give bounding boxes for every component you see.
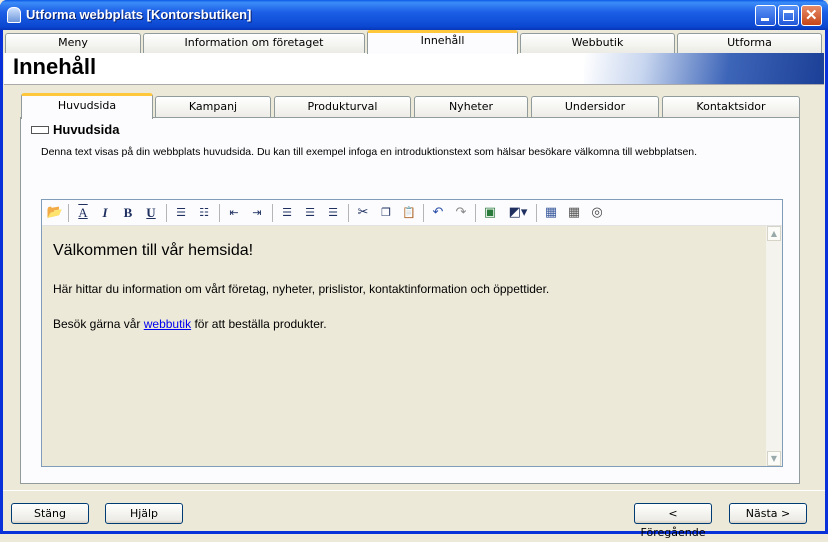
- image-icon[interactable]: ▣: [481, 204, 499, 222]
- toolbar-separator: [475, 204, 476, 222]
- next-button[interactable]: Nästa >: [729, 503, 807, 524]
- toolbar-separator: [68, 204, 69, 222]
- outdent-icon[interactable]: ⇤: [225, 204, 243, 222]
- close-icon: ✕: [805, 7, 818, 24]
- tab-nyheter[interactable]: Nyheter: [414, 96, 528, 118]
- webbutik-link[interactable]: webbutik: [144, 317, 191, 331]
- unordered-list-icon[interactable]: ☷: [195, 204, 213, 222]
- section-description: Denna text visas på din webbplats huvuds…: [41, 146, 698, 158]
- client-area: Meny Information om företaget Innehåll W…: [3, 30, 825, 539]
- help-button[interactable]: Hjälp: [105, 503, 183, 524]
- content-heading: Välkommen till vår hemsida!: [53, 242, 254, 259]
- header-banner-image: [584, 53, 824, 84]
- section-title: Huvudsida: [53, 122, 120, 137]
- content-text: Besök gärna vår: [53, 317, 141, 331]
- editor-toolbar: 📂 A I B U ☰ ☷ ⇤ ⇥ ☰ ☰ ☰ ✂ ❐ 📋 ↶ ↷ ▣ ◩▾ ▦…: [42, 200, 782, 226]
- tab-utforma[interactable]: Utforma: [677, 33, 822, 53]
- redo-icon[interactable]: ↷: [452, 204, 470, 222]
- scroll-up-icon[interactable]: ▲: [767, 226, 781, 241]
- tab-meny[interactable]: Meny: [5, 33, 141, 53]
- content-paragraph: Besök gärna vår webbutik för att beställ…: [53, 317, 327, 331]
- cut-icon[interactable]: ✂: [354, 204, 372, 222]
- scroll-down-icon[interactable]: ▼: [767, 451, 781, 466]
- window-title: Utforma webbplats [Kontorsbutiken]: [26, 7, 252, 22]
- underline-icon[interactable]: U: [142, 204, 160, 222]
- bottom-bar: Stäng Hjälp < Föregående Nästa >: [3, 490, 825, 539]
- paste-icon[interactable]: 📋: [400, 204, 418, 222]
- tab-information[interactable]: Information om företaget: [143, 33, 365, 53]
- app-window: Utforma webbplats [Kontorsbutiken] ✕ Men…: [0, 0, 828, 539]
- tab-innehall[interactable]: Innehåll: [367, 30, 518, 54]
- close-button[interactable]: Stäng: [11, 503, 89, 524]
- rich-text-editor[interactable]: 📂 A I B U ☰ ☷ ⇤ ⇥ ☰ ☰ ☰ ✂ ❐ 📋 ↶ ↷ ▣ ◩▾ ▦…: [41, 199, 783, 467]
- top-tabs: Meny Information om företaget Innehåll W…: [3, 30, 825, 54]
- copy-icon[interactable]: ❐: [377, 204, 395, 222]
- toolbar-separator: [272, 204, 273, 222]
- toolbar-separator: [536, 204, 537, 222]
- previous-button[interactable]: < Föregående: [634, 503, 712, 539]
- align-center-icon[interactable]: ☰: [301, 204, 319, 222]
- tab-kampanj[interactable]: Kampanj: [155, 96, 271, 118]
- minimize-button[interactable]: [755, 5, 776, 26]
- web-icon[interactable]: ◎: [588, 204, 606, 222]
- content-paragraph: Här hittar du information om vårt företa…: [53, 282, 550, 296]
- section-icon: [31, 126, 49, 134]
- table-grid-icon[interactable]: ▦: [565, 204, 583, 222]
- toolbar-separator: [348, 204, 349, 222]
- app-icon: [7, 7, 21, 23]
- tab-produkturval[interactable]: Produkturval: [274, 96, 411, 118]
- tab-kontaktsidor[interactable]: Kontaktsidor: [662, 96, 800, 118]
- page-header: Innehåll: [4, 53, 824, 85]
- table-icon[interactable]: ▦: [542, 204, 560, 222]
- toolbar-separator: [166, 204, 167, 222]
- title-bar: Utforma webbplats [Kontorsbutiken] ✕: [0, 0, 828, 30]
- bold-icon[interactable]: B: [119, 204, 137, 222]
- editor-content[interactable]: Välkommen till vår hemsida! Här hittar d…: [42, 226, 766, 466]
- content-text: för att beställa produkter.: [194, 317, 327, 331]
- indent-icon[interactable]: ⇥: [248, 204, 266, 222]
- font-icon[interactable]: A: [74, 204, 92, 222]
- page-title: Innehåll: [13, 54, 97, 79]
- align-right-icon[interactable]: ☰: [324, 204, 342, 222]
- toolbar-separator: [219, 204, 220, 222]
- ordered-list-icon[interactable]: ☰: [172, 204, 190, 222]
- tab-webbutik[interactable]: Webbutik: [520, 33, 675, 53]
- undo-icon[interactable]: ↶: [429, 204, 447, 222]
- open-folder-icon[interactable]: 📂: [46, 204, 64, 222]
- fill-color-icon[interactable]: ◩▾: [504, 204, 532, 222]
- align-left-icon[interactable]: ☰: [278, 204, 296, 222]
- tab-undersidor[interactable]: Undersidor: [531, 96, 659, 118]
- vertical-scrollbar[interactable]: ▲ ▼: [766, 226, 782, 466]
- tab-huvudsida[interactable]: Huvudsida: [21, 93, 153, 119]
- toolbar-separator: [423, 204, 424, 222]
- maximize-button[interactable]: [778, 5, 799, 26]
- italic-icon[interactable]: I: [96, 204, 114, 222]
- close-window-button[interactable]: ✕: [801, 5, 822, 26]
